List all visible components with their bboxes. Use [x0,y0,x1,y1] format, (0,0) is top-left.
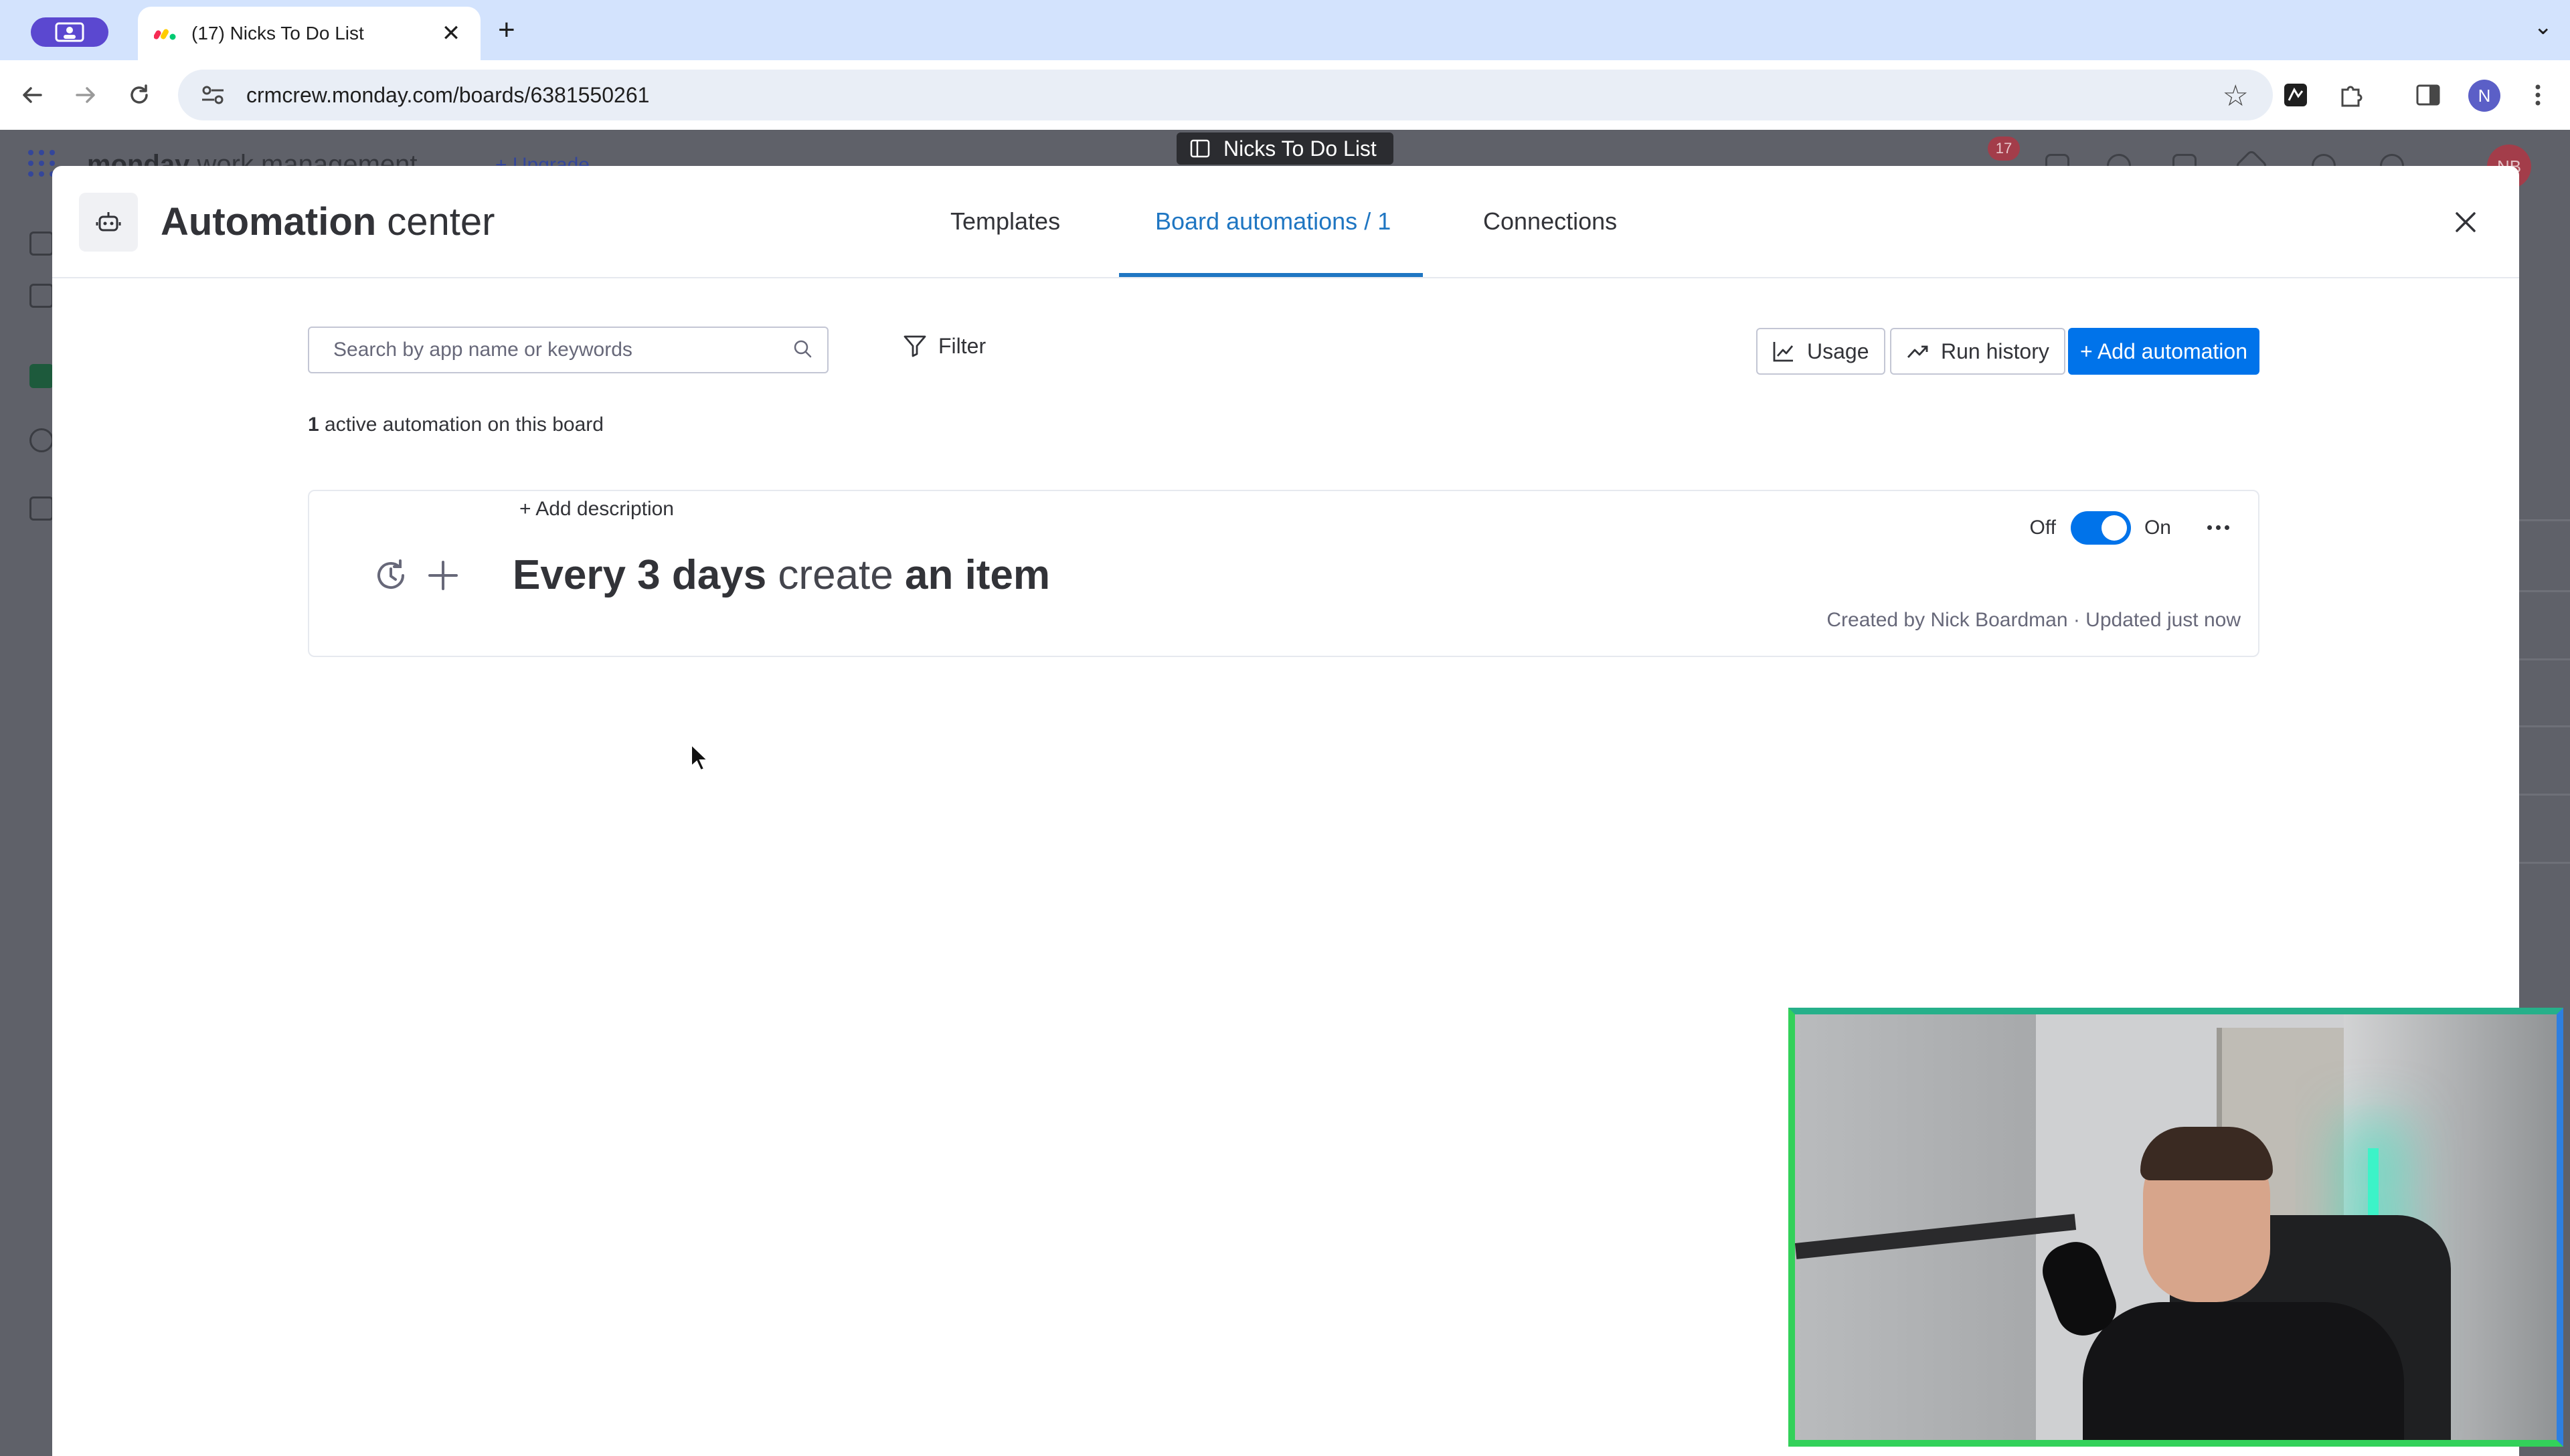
board-list-icon [29,496,54,521]
forward-arrow-icon[interactable] [66,75,106,115]
chart-icon [1773,342,1794,362]
side-panel-icon[interactable] [2412,79,2444,111]
profile-avatar[interactable]: N [2468,80,2500,112]
tab-connections[interactable]: Connections [1483,207,1617,236]
browser-toolbar: crmcrew.monday.com/boards/6381550261 ☆ [0,60,2570,130]
extensions-puzzle-icon[interactable] [2334,79,2367,111]
recurring-clock-icon [377,559,404,589]
plus-icon [428,561,458,590]
site-settings-icon[interactable] [201,82,228,108]
recipe-icons [373,558,460,593]
bg-divider [2516,725,2570,727]
add-automation-button[interactable]: + Add automation [2068,328,2259,375]
modal-header: Automation center Templates Board automa… [52,166,2519,278]
my-work-icon [29,284,54,308]
cam-person-body [2083,1302,2404,1440]
tab-close-icon[interactable]: ✕ [438,20,464,47]
workspace-icon [29,364,54,388]
board-name-chip: Nicks To Do List [1177,132,1393,165]
notification-badge: 17 [1988,136,2020,161]
bg-divider [2516,519,2570,521]
tab-templates[interactable]: Templates [950,207,1060,236]
bg-divider [2516,590,2570,592]
mouse-cursor-icon [691,743,709,771]
tab-search-chevron-icon[interactable]: ⌄ [2534,13,2553,40]
sidebar-panel-icon [1190,139,1210,158]
home-icon [29,232,54,256]
filter-label: Filter [938,333,987,358]
tab-board-automations[interactable]: Board automations / 1 [1155,207,1391,236]
toggle-knob [2101,515,2127,541]
browser-tabstrip: (17) Nicks To Do List ✕ + ⌄ [0,0,2570,60]
bg-divider [2516,862,2570,864]
usage-label: Usage [1807,339,1869,363]
new-tab-icon[interactable]: + [498,13,515,47]
bookmark-star-icon[interactable]: ☆ [2223,79,2249,113]
bg-divider [2516,658,2570,660]
webcam-overlay [1788,1008,2563,1447]
usage-button[interactable]: Usage [1756,328,1885,375]
address-bar[interactable]: crmcrew.monday.com/boards/6381550261 ☆ [178,70,2273,120]
more-options-icon[interactable] [2205,514,2231,541]
url-text: crmcrew.monday.com/boards/6381550261 [246,82,650,107]
cam-person-hair [2140,1127,2273,1180]
filter-icon [904,335,926,357]
reload-icon[interactable] [119,75,159,115]
search-input[interactable] [333,339,792,361]
tab-title: (17) Nicks To Do List [191,23,364,43]
run-history-label: Run history [1941,339,2049,363]
search-icon [792,339,812,362]
browser-menu-icon[interactable] [2522,79,2554,111]
active-automation-count: 1 active automation on this board [308,414,604,436]
automation-toggle[interactable] [2070,511,2131,545]
active-tab-indicator [1119,273,1423,277]
monday-favicon-icon [154,22,177,45]
back-arrow-icon[interactable] [12,75,52,115]
filter-button[interactable]: Filter [902,333,986,359]
sidebar-search-icon [29,428,54,452]
automation-meta: Created by Nick Boardman · Updated just … [1826,609,2241,631]
robot-icon [79,193,138,252]
trend-icon [1907,345,1928,358]
toggle-on-label: On [2144,517,2171,539]
browser-tab[interactable]: (17) Nicks To Do List ✕ [138,7,481,60]
add-description-link[interactable]: + Add description [519,498,674,521]
profile-switcher-icon[interactable] [31,17,108,47]
automation-toggle-group: Off On [2029,511,2171,545]
modal-title: Automation center [161,200,495,244]
toggle-off-label: Off [2029,517,2056,539]
bg-divider [2516,794,2570,796]
automation-card[interactable]: + Add description Every 3 days create an… [308,490,2259,657]
search-box [308,327,829,373]
board-name-text: Nicks To Do List [1223,136,1377,161]
run-history-button[interactable]: Run history [1890,328,2065,375]
extension-icon[interactable] [2280,79,2312,111]
close-icon[interactable] [2447,203,2484,241]
automation-recipe[interactable]: Every 3 days create an item [513,551,1050,599]
